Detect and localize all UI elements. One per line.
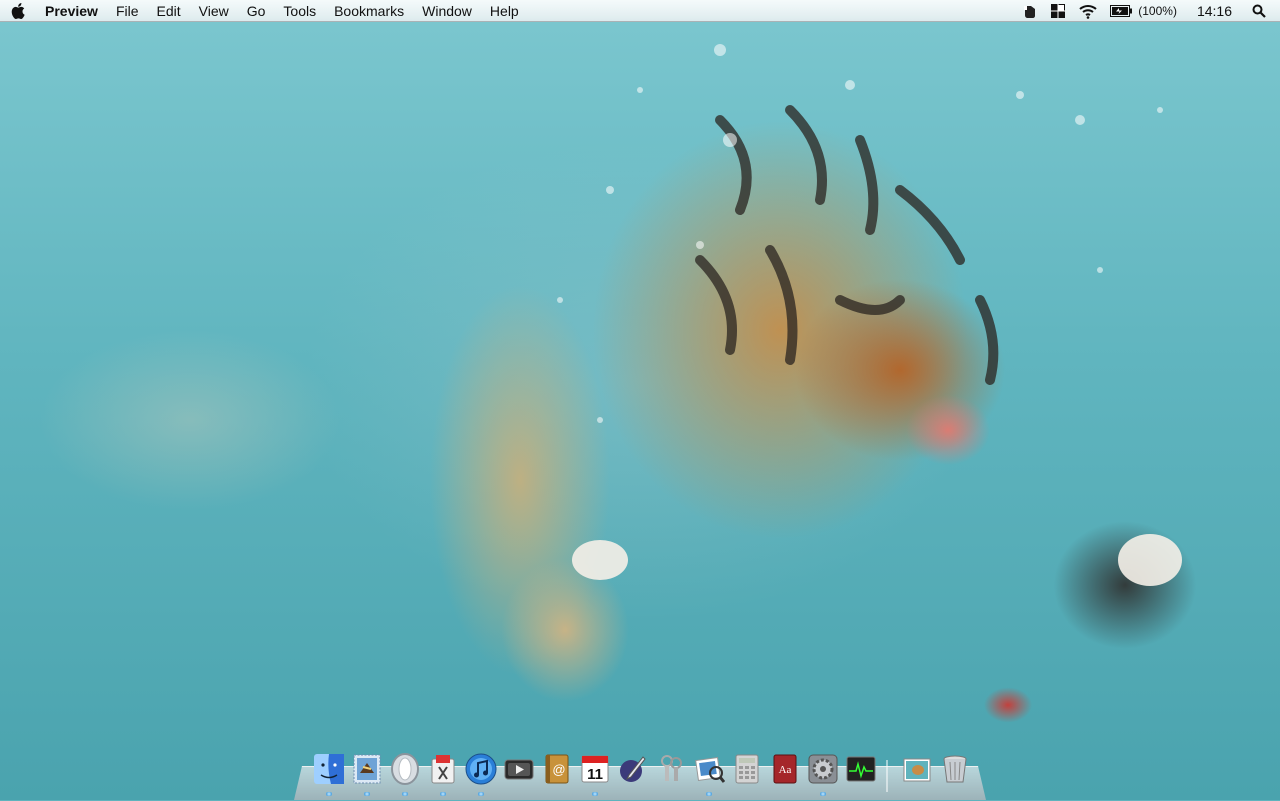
menu-help[interactable]: Help (481, 0, 528, 22)
evernote-elephant-icon[interactable] (1016, 0, 1044, 22)
trash-icon[interactable] (938, 752, 972, 786)
opera-running-indicator (402, 792, 408, 796)
spaces-grid-icon[interactable] (1044, 0, 1072, 22)
mail-stamp-icon[interactable] (350, 752, 384, 786)
menu-tools[interactable]: Tools (274, 0, 325, 22)
calculator-icon[interactable] (730, 752, 764, 786)
dictionary-icon[interactable]: Aa (768, 752, 802, 786)
calendar-icon[interactable]: 11 (578, 752, 612, 786)
script-editor-icon[interactable] (426, 752, 460, 786)
system-preferences-icon[interactable] (806, 752, 840, 786)
finder-icon[interactable] (312, 752, 346, 786)
menu-go[interactable]: Go (238, 0, 275, 22)
menubar-clock[interactable]: 14:16 (1183, 0, 1246, 22)
keychain-icon[interactable] (654, 752, 688, 786)
address-book-icon[interactable]: @ (540, 752, 574, 786)
dvd-player-icon[interactable] (502, 752, 536, 786)
menu-edit[interactable]: Edit (148, 0, 190, 22)
battery-icon[interactable] (1104, 0, 1138, 22)
system-preferences-running-indicator (820, 792, 826, 796)
itunes-running-indicator (478, 792, 484, 796)
opera-icon[interactable] (388, 752, 422, 786)
battery-percentage[interactable]: (100%) (1138, 0, 1183, 22)
menu-window[interactable]: Window (413, 0, 481, 22)
dock: @ 11 Aa (294, 752, 986, 800)
app-menu-preview[interactable]: Preview (36, 0, 107, 22)
ical-running-indicator (592, 792, 598, 796)
menu-file[interactable]: File (107, 0, 148, 22)
menu-bar: Preview File Edit View Go Tools Bookmark… (0, 0, 1280, 22)
calendar-day: 11 (587, 766, 603, 783)
finder-running-indicator (326, 792, 332, 796)
spotlight-search-icon[interactable] (1246, 0, 1280, 22)
svg-text:@: @ (552, 762, 565, 777)
script-editor-running-indicator (440, 792, 446, 796)
dictionary-glyph: Aa (779, 764, 792, 776)
activity-monitor-icon[interactable] (844, 752, 878, 786)
pen-app-icon[interactable] (616, 752, 650, 786)
itunes-icon[interactable] (464, 752, 498, 786)
preview-icon[interactable] (692, 752, 726, 786)
apple-menu-icon[interactable] (0, 0, 36, 22)
menu-view[interactable]: View (190, 0, 238, 22)
mail-running-indicator (364, 792, 370, 796)
dock-separator (886, 760, 888, 792)
menu-bookmarks[interactable]: Bookmarks (325, 0, 413, 22)
wifi-icon[interactable] (1072, 0, 1104, 22)
preview-running-indicator (706, 792, 712, 796)
stack-icon[interactable] (900, 752, 934, 786)
desktop-wallpaper (0, 0, 1280, 800)
